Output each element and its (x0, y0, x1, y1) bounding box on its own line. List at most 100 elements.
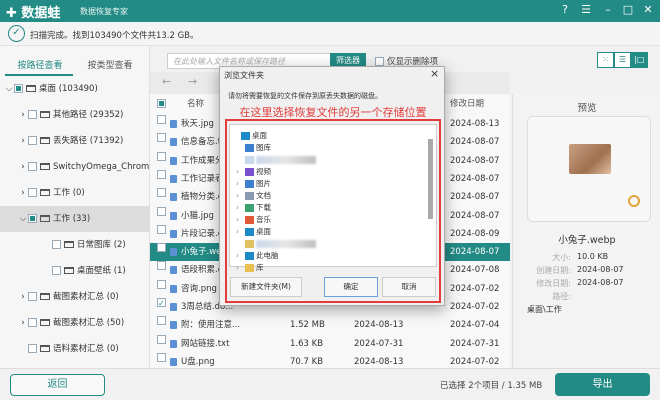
checkbox[interactable] (28, 292, 37, 301)
chevron-icon[interactable]: › (18, 180, 28, 206)
expand-icon[interactable]: › (236, 250, 245, 262)
row-checkbox[interactable] (157, 133, 166, 143)
folder-tree-item[interactable]: › 库 (236, 262, 264, 274)
menu-icon[interactable]: ☰ (578, 3, 594, 16)
chevron-icon[interactable]: ⌵ (18, 206, 28, 232)
table-row[interactable]: 附：使用注意... 1.52 MB 2024-08-13 2024-07-04 (150, 316, 510, 334)
chevron-icon[interactable]: › (18, 154, 28, 180)
folder-tree-item[interactable]: › 图片 (236, 178, 271, 190)
folder-tree-panel: 按路径查看 按类型查看 ⌵ 桌面 (103490) › 其他路径 (29352) › 丢失… (0, 46, 150, 368)
row-checkbox[interactable] (157, 352, 166, 362)
expand-icon[interactable]: › (236, 166, 245, 178)
checkbox[interactable] (375, 57, 384, 66)
forward-arrow-icon[interactable]: → (188, 75, 197, 88)
scrollbar[interactable] (428, 139, 433, 219)
expand-icon[interactable]: › (236, 226, 245, 238)
row-checkbox[interactable] (157, 261, 166, 271)
column-header-modified[interactable]: 修改日期 (450, 94, 484, 114)
tree-item[interactable]: ⌵ 桌面 (103490) (0, 76, 150, 102)
folder-tree-item[interactable] (236, 154, 316, 166)
checkbox[interactable] (28, 136, 37, 145)
checkbox[interactable] (28, 214, 37, 223)
zoom-magnifier-icon[interactable] (628, 195, 640, 207)
chevron-icon[interactable]: › (18, 128, 28, 154)
row-checkbox[interactable] (157, 316, 166, 326)
row-checkbox[interactable] (157, 188, 166, 198)
help-icon[interactable]: ? (557, 3, 573, 16)
checkbox[interactable] (28, 344, 37, 353)
checkbox[interactable] (14, 84, 23, 93)
back-arrow-icon[interactable]: ← (162, 75, 171, 88)
expand-icon[interactable]: › (236, 262, 245, 274)
checkbox[interactable] (28, 110, 37, 119)
folder-label: 桌面 (252, 131, 267, 140)
checkbox[interactable] (28, 162, 37, 171)
size-value: 10.0 KB (577, 252, 609, 261)
detail-view-icon[interactable]: |□ (631, 52, 648, 68)
table-row[interactable]: 网站链接.txt 1.63 KB 2024-07-31 2024-07-31 (150, 334, 510, 353)
checkbox[interactable] (28, 318, 37, 327)
row-checkbox[interactable] (157, 295, 166, 313)
tree-item[interactable]: › SwitchyOmega_Chromium (0, 154, 150, 180)
expand-icon[interactable]: › (236, 202, 245, 214)
checkbox[interactable] (28, 188, 37, 197)
folder-icon (245, 144, 254, 152)
row-checkbox[interactable] (157, 334, 166, 344)
folder-tree-item[interactable]: › 文档 (236, 190, 271, 202)
row-checkbox[interactable] (157, 279, 166, 289)
minimize-icon[interactable]: – (600, 3, 616, 16)
export-button[interactable]: 导出 (555, 373, 650, 396)
row-checkbox[interactable] (157, 243, 166, 253)
maximize-icon[interactable]: □ (620, 3, 636, 16)
chevron-icon[interactable]: › (18, 284, 28, 310)
tree-item[interactable]: › 工作 (0) (0, 180, 150, 206)
tree-item[interactable]: › 截图素材汇总 (50) (0, 310, 150, 336)
tab-by-type[interactable]: 按类型查看 (75, 58, 145, 71)
grid-view-icon[interactable]: ⁙ (597, 52, 614, 68)
tree-item[interactable]: › 截图素材汇总 (0) (0, 284, 150, 310)
preview-filename: 小兔子.webp (558, 235, 616, 246)
row-checkbox[interactable] (157, 115, 166, 124)
close-icon[interactable]: ✕ (640, 3, 656, 16)
annotation-text: 在这里选择恢复文件的另一个存储位置 (239, 106, 427, 119)
chevron-icon[interactable]: › (18, 310, 28, 336)
expand-icon[interactable]: › (236, 214, 245, 226)
new-folder-button[interactable]: 新建文件夹(M) (230, 277, 302, 297)
tree-item[interactable]: › 其他路径 (29352) (0, 102, 150, 128)
row-checkbox[interactable] (157, 169, 166, 179)
tree-item[interactable]: › 丢失路径 (71392) (0, 128, 150, 154)
folder-icon (245, 156, 254, 164)
select-all-checkbox[interactable] (157, 94, 169, 114)
cancel-button[interactable]: 取消 (382, 277, 436, 297)
tree-item[interactable]: 语料素材汇总 (0) (0, 336, 150, 362)
list-view-icon[interactable]: ☰ (614, 52, 631, 68)
checkbox[interactable] (52, 266, 61, 275)
column-header-name[interactable]: 名称 (187, 94, 204, 114)
back-button[interactable]: 返回 (10, 374, 105, 396)
row-checkbox[interactable] (157, 206, 166, 216)
expand-icon[interactable]: › (236, 190, 245, 202)
tab-by-path[interactable]: 按路径查看 (5, 58, 75, 71)
ok-button[interactable]: 确定 (324, 277, 378, 297)
chevron-icon[interactable]: ⌵ (4, 76, 14, 102)
size-label: 大小: (552, 253, 571, 262)
folder-tree-item[interactable]: › 视频 (236, 166, 271, 178)
folder-tree-item[interactable]: › 下载 (236, 202, 271, 214)
folder-icon (40, 111, 50, 118)
folder-tree-item[interactable]: › 桌面 (236, 226, 271, 238)
folder-tree-item[interactable]: › 此电脑 (236, 250, 279, 262)
tree-item[interactable]: 日常图库 (2) (0, 232, 150, 258)
dialog-close-icon[interactable]: × (430, 67, 439, 80)
row-checkbox[interactable] (157, 151, 166, 161)
folder-tree-item[interactable]: › 音乐 (236, 214, 271, 226)
expand-icon[interactable]: › (236, 178, 245, 190)
chevron-icon[interactable]: › (18, 102, 28, 128)
row-checkbox[interactable] (157, 224, 166, 234)
folder-tree-item[interactable]: 图库 (236, 142, 271, 154)
tree-item[interactable]: ⌵ 工作 (33) (0, 206, 150, 232)
folder-tree-item[interactable] (236, 238, 316, 250)
checkbox[interactable] (52, 240, 61, 249)
file-icon (170, 303, 177, 311)
folder-tree-item[interactable]: 桌面 (232, 130, 267, 142)
tree-item[interactable]: 桌面壁纸 (1) (0, 258, 150, 284)
